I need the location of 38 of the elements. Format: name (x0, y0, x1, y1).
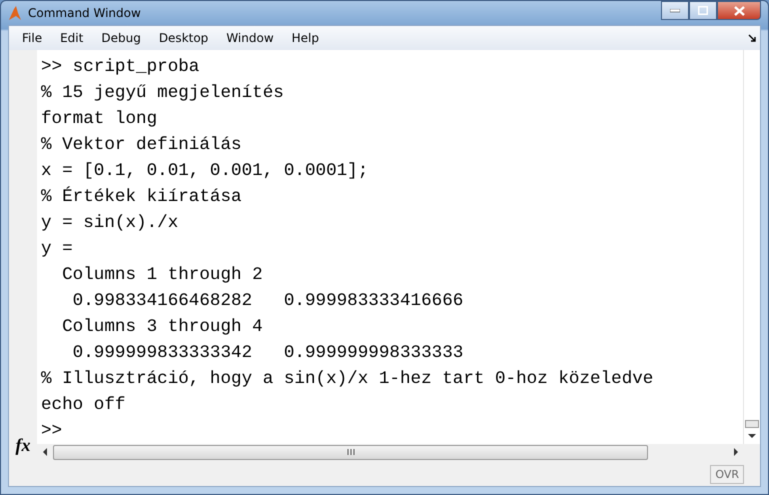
output-line: x = [0.1, 0.01, 0.001, 0.0001]; (41, 160, 370, 183)
output-line: 0.998334166468282 0.999983333416666 (72, 290, 464, 313)
menu-item[interactable]: File (13, 31, 52, 45)
output-line: Columns 3 through 4 (61, 316, 264, 339)
output-line: y = sin(x)./x (41, 212, 180, 235)
menu-item[interactable]: Debug (92, 31, 150, 45)
output-line: echo off (41, 394, 126, 417)
close-button[interactable] (717, 1, 761, 20)
app-logo-icon (8, 5, 22, 21)
maximize-icon (698, 6, 708, 15)
scroll-left-icon[interactable] (41, 448, 49, 456)
function-browser-button[interactable]: fx (16, 435, 30, 456)
close-icon (734, 6, 744, 16)
overwrite-indicator: OVR (710, 465, 744, 484)
output-line: 0.999999833333342 0.999999998333333 (72, 342, 464, 365)
maximize-button[interactable] (689, 1, 717, 20)
output-line: % 15 jegyű megjelenítés (41, 82, 285, 105)
output-line: Columns 1 through 2 (61, 264, 264, 287)
scroll-down-icon[interactable] (748, 432, 756, 440)
minimize-icon (670, 8, 680, 12)
menu-item[interactable]: Window (217, 31, 283, 45)
output-line: % Illusztráció, hogy a sin(x)/x 1-hez tart 0-hoz közeledve (41, 368, 654, 391)
window-title: Command Window (28, 6, 141, 20)
output-line: >> script_proba (41, 56, 200, 79)
output-line: % Értékek kiíratása (41, 185, 243, 209)
scroll-right-icon[interactable] (732, 448, 740, 456)
output-line: format long (41, 108, 158, 131)
output-line: y = (41, 238, 74, 261)
menu-item[interactable]: Desktop (150, 31, 218, 45)
command-prompt: >> (41, 420, 64, 443)
scrollbar-thumb[interactable] (53, 444, 648, 460)
menu-item[interactable]: Edit (51, 31, 92, 45)
output-line: % Vektor definiálás (41, 134, 243, 157)
undock-arrow-icon[interactable] (748, 34, 756, 42)
minimize-button[interactable] (661, 1, 689, 20)
menu-item[interactable]: Help (282, 31, 328, 45)
command-output[interactable] (37, 50, 743, 444)
scroll-thumb-icon[interactable] (745, 420, 759, 428)
